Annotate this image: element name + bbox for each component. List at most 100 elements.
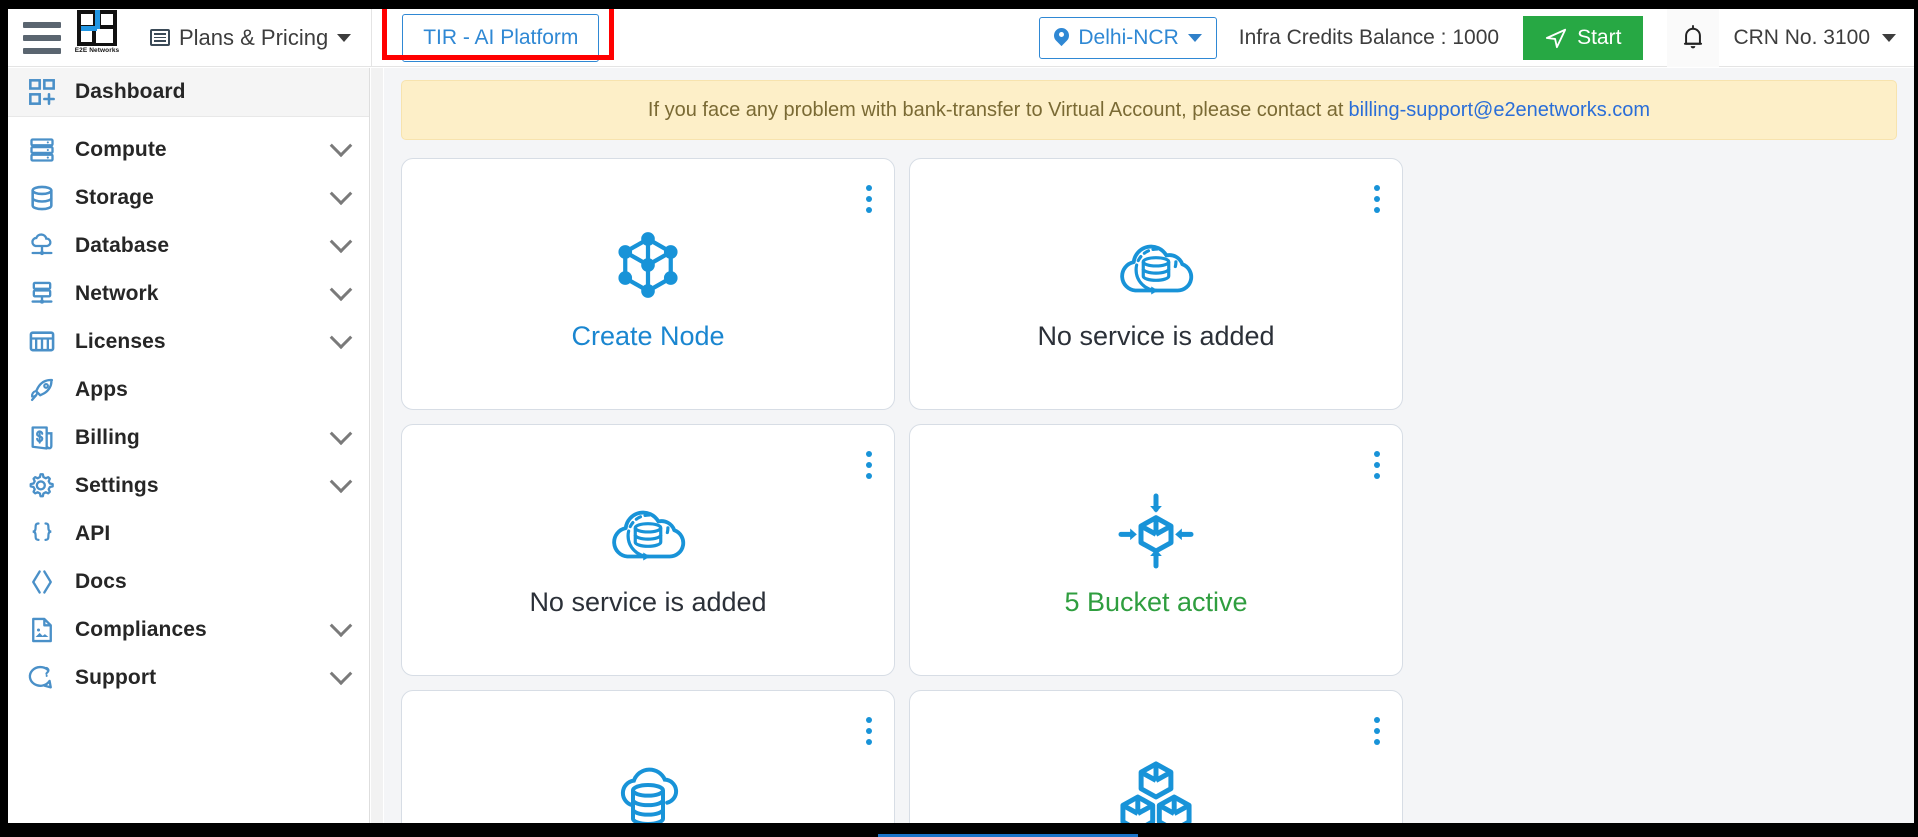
region-selector[interactable]: Delhi-NCR xyxy=(1039,16,1217,59)
top-header-bar: E2E Networks Plans & Pricing TIR - AI Pl… xyxy=(8,8,1914,67)
location-pin-icon xyxy=(1054,28,1069,48)
sidebar-item-network[interactable]: Network xyxy=(8,270,369,318)
card-no-service-2[interactable]: No service is added xyxy=(401,424,895,676)
license-grid-icon xyxy=(25,325,59,359)
sidebar-item-docs[interactable]: Docs xyxy=(8,558,369,606)
tir-button-wrapper: TIR - AI Platform xyxy=(402,13,600,62)
sidebar-item-label: Support xyxy=(75,666,157,689)
card-label: 5 Bucket active xyxy=(1064,586,1248,617)
server-rack-icon xyxy=(25,133,59,167)
right-screen-edge xyxy=(1914,9,1918,823)
infra-credits-balance: Infra Credits Balance : 1000 xyxy=(1238,25,1500,49)
sidebar-item-compliances[interactable]: Compliances xyxy=(8,606,369,654)
chevron-down-icon xyxy=(337,33,352,42)
sidebar-item-support[interactable]: Support xyxy=(8,654,369,702)
main-content-area: If you face any problem with bank-transf… xyxy=(384,68,1914,823)
chevron-down-icon xyxy=(1187,33,1202,42)
card-create-dbaas[interactable]: Create DBaaS xyxy=(401,690,895,823)
code-brackets-icon xyxy=(25,565,59,599)
chevron-down-icon xyxy=(1882,33,1896,42)
database-disk-icon xyxy=(25,181,59,215)
chevron-down-icon[interactable] xyxy=(329,326,353,350)
header-right-group: Delhi-NCR Infra Credits Balance : 1000 S… xyxy=(1039,8,1914,67)
sidebar-item-settings[interactable]: Settings xyxy=(8,462,369,510)
sidebar-item-label: Licenses xyxy=(75,330,166,353)
sidebar-scrollbar[interactable] xyxy=(371,68,383,823)
sidebar-item-label: API xyxy=(75,522,111,545)
top-screen-edge xyxy=(0,0,1918,9)
start-button-label: Start xyxy=(1577,25,1622,49)
document-image-icon xyxy=(25,613,59,647)
sidebar-item-label: Database xyxy=(75,234,170,257)
cloud-database-sync-icon xyxy=(605,483,691,579)
sidebar-item-dashboard[interactable]: Dashboard xyxy=(8,68,369,116)
chevron-down-icon[interactable] xyxy=(329,614,353,638)
crn-label: CRN No. 3100 xyxy=(1733,25,1870,49)
cloud-database-icon xyxy=(606,749,690,823)
app-screen: E2E Networks Plans & Pricing TIR - AI Pl… xyxy=(0,0,1918,837)
chevron-down-icon[interactable] xyxy=(329,422,353,446)
network-node-icon xyxy=(25,277,59,311)
card-create-loadbalancer[interactable]: Create LoadBalancer xyxy=(909,690,1403,823)
sidebar-item-billing[interactable]: Billing xyxy=(8,414,369,462)
plans-and-pricing-label: Plans & Pricing xyxy=(179,24,329,50)
sidebar-item-label: Apps xyxy=(75,378,128,401)
chevron-down-icon[interactable] xyxy=(329,182,353,206)
sidebar-item-label: Storage xyxy=(75,186,154,209)
sidebar-item-label: Dashboard xyxy=(75,80,186,103)
kebab-menu-icon[interactable] xyxy=(1374,717,1380,745)
chat-help-icon xyxy=(25,661,59,695)
bell-icon xyxy=(1684,24,1703,48)
header-divider xyxy=(371,8,373,67)
sidebar-item-api[interactable]: API xyxy=(8,510,369,558)
left-screen-edge xyxy=(0,9,8,823)
card-no-service-1[interactable]: No service is added xyxy=(909,158,1403,410)
plans-and-pricing-menu[interactable]: Plans & Pricing xyxy=(150,24,352,51)
cloud-database-icon xyxy=(25,229,59,263)
account-menu[interactable]: CRN No. 3100 xyxy=(1733,26,1914,50)
sidebar-item-label: Settings xyxy=(75,474,159,497)
chevron-down-icon[interactable] xyxy=(329,662,353,686)
start-button[interactable]: Start xyxy=(1523,15,1644,60)
cloud-database-sync-icon xyxy=(1113,217,1199,313)
kebab-menu-icon[interactable] xyxy=(866,717,872,745)
card-label: No service is added xyxy=(1037,320,1275,351)
tir-ai-platform-button[interactable]: TIR - AI Platform xyxy=(402,13,600,62)
sidebar-item-compute[interactable]: Compute xyxy=(8,126,369,174)
sidebar-item-label: Compliances xyxy=(75,618,207,641)
brand-name: E2E Networks xyxy=(74,46,120,54)
sidebar-item-label: Docs xyxy=(75,570,127,593)
sidebar-item-storage[interactable]: Storage xyxy=(8,174,369,222)
rocket-icon xyxy=(25,373,59,407)
banner-text: If you face any problem with bank-transf… xyxy=(647,98,1344,121)
service-card-grid: Create Node No service is added No servi… xyxy=(394,158,1904,823)
cubes-stack-icon xyxy=(1113,749,1199,823)
logo-mark-icon xyxy=(77,9,117,46)
list-icon xyxy=(150,29,170,46)
chevron-down-icon[interactable] xyxy=(329,470,353,494)
region-label: Delhi-NCR xyxy=(1078,25,1179,49)
card-create-node[interactable]: Create Node xyxy=(401,158,895,410)
sidebar-navigation: Dashboard Compute Storage Database Netwo… xyxy=(8,68,370,823)
hamburger-menu-icon[interactable] xyxy=(8,9,66,67)
chevron-down-icon[interactable] xyxy=(329,278,353,302)
sidebar-item-label: Compute xyxy=(75,138,167,161)
billing-support-email-link[interactable]: billing-support@e2enetworks.com xyxy=(1349,99,1651,122)
node-cube-icon xyxy=(609,217,687,313)
sidebar-item-label: Network xyxy=(75,282,159,305)
gear-icon xyxy=(25,469,59,503)
chevron-down-icon[interactable] xyxy=(329,230,353,254)
kebab-menu-icon[interactable] xyxy=(866,185,872,213)
notifications-button[interactable] xyxy=(1667,8,1720,67)
send-icon xyxy=(1545,28,1567,48)
kebab-menu-icon[interactable] xyxy=(866,451,872,479)
sidebar-item-apps[interactable]: Apps xyxy=(8,366,369,414)
sidebar-item-licenses[interactable]: Licenses xyxy=(8,318,369,366)
card-object-storage[interactable]: 5 Bucket active xyxy=(909,424,1403,676)
kebab-menu-icon[interactable] xyxy=(1374,451,1380,479)
chevron-down-icon[interactable] xyxy=(329,134,353,158)
e2e-networks-logo[interactable]: E2E Networks xyxy=(66,9,128,67)
sidebar-item-database[interactable]: Database xyxy=(8,222,369,270)
invoice-dollar-icon xyxy=(25,421,59,455)
kebab-menu-icon[interactable] xyxy=(1374,185,1380,213)
